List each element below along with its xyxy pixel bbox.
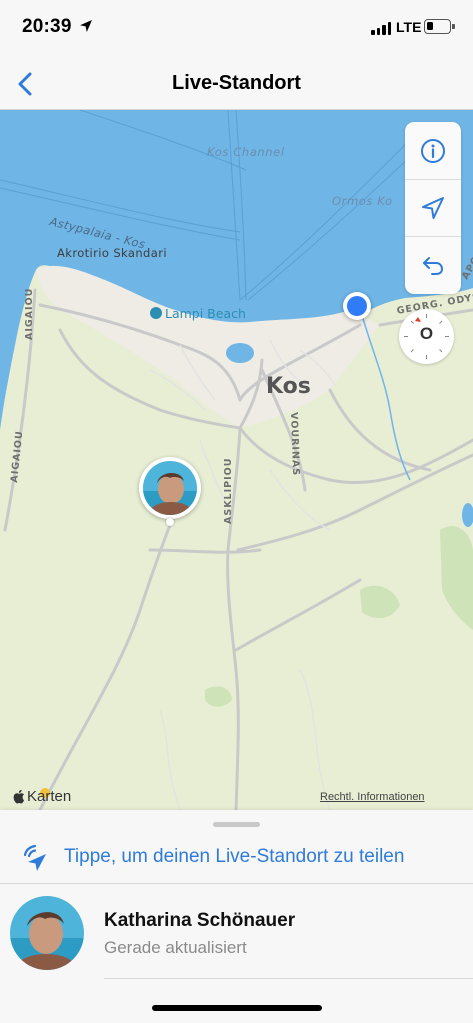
map-controls bbox=[405, 122, 461, 294]
compass-button[interactable]: O bbox=[399, 309, 454, 364]
share-location-label: Tippe, um deinen Live-Standort zu teilen bbox=[64, 846, 405, 867]
info-button[interactable] bbox=[405, 122, 461, 179]
status-bar: 20:39 LTE bbox=[0, 0, 473, 58]
friend-pin-anchor bbox=[166, 518, 174, 526]
cellular-signal-icon bbox=[371, 21, 391, 35]
maps-attribution: Karten bbox=[12, 788, 71, 805]
navigation-bar: Live-Standort bbox=[0, 58, 473, 110]
map-label-city-kos: Kos bbox=[266, 374, 311, 399]
my-location-dot[interactable] bbox=[343, 292, 371, 320]
current-location-button[interactable] bbox=[405, 179, 461, 236]
sheet-grabber[interactable] bbox=[213, 822, 260, 827]
map-label-kos-channel: Kos Channel bbox=[207, 145, 285, 159]
battery-icon bbox=[424, 19, 451, 34]
map-view[interactable]: Kos Channel Ormos Ko Astypalaia - Kos Ak… bbox=[0, 110, 473, 810]
compass-direction: O bbox=[419, 324, 434, 343]
broadcast-location-icon bbox=[23, 844, 46, 871]
home-indicator[interactable] bbox=[152, 1005, 322, 1011]
network-type: LTE bbox=[396, 19, 422, 35]
friend-status: Gerade aktualisiert bbox=[104, 938, 247, 957]
road-label-asklipiou: ASKLIPIOU bbox=[223, 457, 234, 524]
undo-button[interactable] bbox=[405, 236, 461, 293]
page-title: Live-Standort bbox=[172, 72, 301, 94]
road-label-aigaiou: AIGAIOU bbox=[24, 287, 35, 340]
people-sheet: Tippe, um deinen Live-Standort zu teilen… bbox=[0, 810, 473, 1023]
map-base bbox=[0, 110, 473, 810]
row-divider bbox=[104, 978, 473, 979]
beach-umbrella-icon bbox=[150, 307, 162, 319]
share-location-button[interactable]: Tippe, um deinen Live-Standort zu teilen bbox=[0, 834, 473, 884]
map-label-ormos-ko: Ormos Ko bbox=[332, 194, 393, 208]
battery-cap bbox=[452, 24, 455, 29]
friend-map-pin[interactable] bbox=[139, 457, 201, 519]
avatar bbox=[10, 896, 84, 970]
road-label-vourinas: VOURINAS bbox=[288, 412, 302, 477]
location-arrow-icon bbox=[422, 197, 444, 219]
friend-name: Katharina Schönauer bbox=[104, 910, 296, 931]
info-icon bbox=[421, 138, 445, 163]
poi-lampi-beach[interactable]: Lampi Beach bbox=[150, 306, 246, 321]
poi-lampi-beach-label: Lampi Beach bbox=[165, 306, 246, 321]
legal-info-link[interactable]: Rechtl. Informationen bbox=[320, 791, 425, 803]
location-arrow-icon bbox=[80, 20, 92, 32]
divider bbox=[0, 883, 473, 884]
map-label-akrotirio-skandari: Akrotirio Skandari bbox=[57, 246, 167, 260]
maps-attribution-label: Karten bbox=[27, 788, 72, 805]
undo-icon bbox=[423, 257, 444, 275]
apple-logo-icon bbox=[13, 789, 25, 804]
friend-list-item[interactable]: Katharina Schönauer Gerade aktualisiert bbox=[0, 890, 473, 980]
friend-pin-avatar bbox=[143, 461, 197, 515]
status-time: 20:39 bbox=[22, 16, 72, 37]
